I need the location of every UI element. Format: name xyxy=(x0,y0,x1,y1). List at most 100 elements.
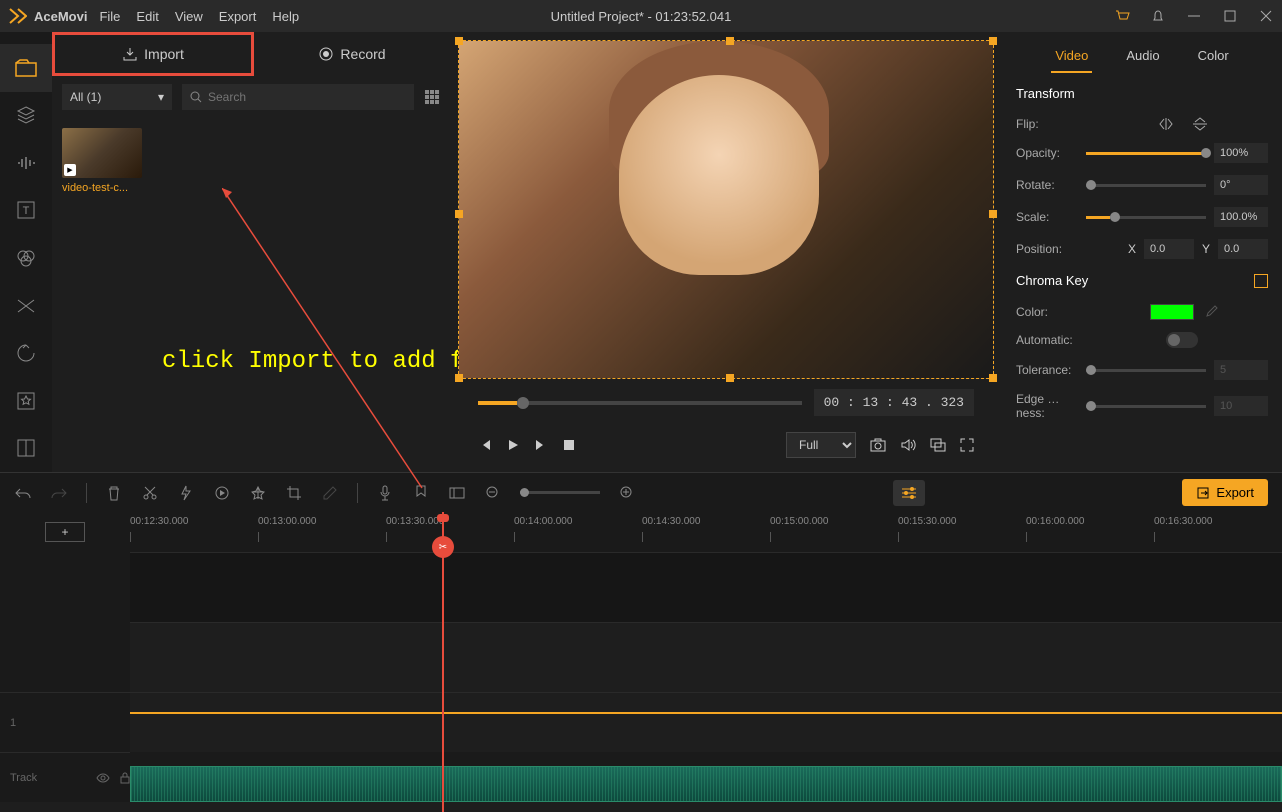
resize-handle[interactable] xyxy=(989,374,997,382)
sidebar-elements-icon[interactable] xyxy=(0,377,52,425)
chroma-key-checkbox[interactable] xyxy=(1254,274,1268,288)
record-icon xyxy=(318,46,334,62)
tick: 00:12:30.000 xyxy=(130,516,188,527)
grid-view-icon[interactable] xyxy=(424,89,440,105)
redo-icon[interactable] xyxy=(50,484,68,502)
media-thumbnail[interactable]: video-test-c... xyxy=(62,128,142,194)
fullscreen-icon[interactable] xyxy=(960,438,974,452)
tolerance-value[interactable]: 5 xyxy=(1214,360,1268,380)
rotate-value[interactable]: 0° xyxy=(1214,175,1268,195)
sidebar-media-icon[interactable] xyxy=(0,44,52,92)
stop-icon[interactable] xyxy=(562,438,576,452)
resize-handle[interactable] xyxy=(989,210,997,218)
tab-audio[interactable]: Audio xyxy=(1122,40,1163,73)
rotate-label: Rotate: xyxy=(1016,178,1078,192)
sidebar-transitions-icon[interactable] xyxy=(0,282,52,330)
window-controls xyxy=(1114,8,1274,24)
scale-value[interactable]: 100.0% xyxy=(1214,207,1268,227)
automatic-toggle[interactable] xyxy=(1166,332,1198,348)
tick: 00:15:30.000 xyxy=(898,516,956,527)
tick: 00:15:00.000 xyxy=(770,516,828,527)
eye-icon[interactable] xyxy=(96,773,110,783)
play-icon[interactable] xyxy=(506,438,520,452)
record-button[interactable]: Record xyxy=(254,32,450,76)
zoom-out-icon[interactable] xyxy=(484,484,502,502)
snapshot-icon[interactable] xyxy=(870,438,886,452)
next-frame-icon[interactable] xyxy=(534,438,548,452)
ruler-ticks[interactable]: 00:12:30.000 00:13:00.000 00:13:30.000 0… xyxy=(130,512,1282,552)
chroma-color-swatch[interactable] xyxy=(1150,304,1194,320)
tolerance-slider[interactable] xyxy=(1086,369,1206,372)
search-box[interactable] xyxy=(182,84,414,110)
flip-horizontal-icon[interactable] xyxy=(1158,117,1174,131)
zoom-in-icon[interactable] xyxy=(618,484,636,502)
scale-slider[interactable] xyxy=(1086,216,1206,219)
search-input[interactable] xyxy=(208,90,406,104)
close-icon[interactable] xyxy=(1258,8,1274,24)
zoom-select[interactable]: Full xyxy=(786,432,856,458)
lock-icon[interactable] xyxy=(120,772,130,784)
menu-view[interactable]: View xyxy=(175,9,203,24)
tick: 00:16:30.000 xyxy=(1154,516,1212,527)
track-number: 1 xyxy=(10,717,16,729)
preview-canvas[interactable] xyxy=(458,40,994,379)
cut-icon[interactable] xyxy=(141,484,159,502)
playhead[interactable]: ✂ xyxy=(442,512,444,812)
timeline-settings-icon[interactable] xyxy=(893,480,925,506)
properties-panel: Video Audio Color Transform Flip: Opacit… xyxy=(1002,32,1282,472)
flip-vertical-icon[interactable] xyxy=(1192,117,1208,131)
edge-slider[interactable] xyxy=(1086,405,1206,408)
track-content[interactable] xyxy=(130,552,1282,802)
resize-handle[interactable] xyxy=(989,37,997,45)
bell-icon[interactable] xyxy=(1150,8,1166,24)
sidebar-text-icon[interactable]: T xyxy=(0,187,52,235)
opacity-slider[interactable] xyxy=(1086,152,1206,155)
rotate-slider[interactable] xyxy=(1086,184,1206,187)
sidebar-split-icon[interactable] xyxy=(0,425,52,473)
add-track-button[interactable]: + xyxy=(45,522,85,542)
resize-handle[interactable] xyxy=(455,37,463,45)
track-header: 1 xyxy=(0,692,130,752)
playhead-cut-icon[interactable]: ✂ xyxy=(432,536,454,558)
menu-file[interactable]: File xyxy=(99,9,120,24)
resize-handle[interactable] xyxy=(726,374,734,382)
tab-color[interactable]: Color xyxy=(1194,40,1233,73)
eyedropper-icon[interactable] xyxy=(1204,305,1218,319)
menu-help[interactable]: Help xyxy=(272,9,299,24)
tick: 00:14:00.000 xyxy=(514,516,572,527)
edge-value[interactable]: 10 xyxy=(1214,396,1268,416)
media-filter-select[interactable]: All (1) ▾ xyxy=(62,84,172,110)
opacity-value[interactable]: 100% xyxy=(1214,143,1268,163)
resize-handle[interactable] xyxy=(726,37,734,45)
audio-clip[interactable] xyxy=(130,766,1282,802)
menu-edit[interactable]: Edit xyxy=(136,9,158,24)
tick: 00:14:30.000 xyxy=(642,516,700,527)
detach-icon[interactable] xyxy=(930,438,946,452)
transform-header: Transform xyxy=(1016,86,1268,107)
pos-x-input[interactable] xyxy=(1144,239,1194,259)
cart-icon[interactable] xyxy=(1114,8,1130,24)
pos-y-input[interactable] xyxy=(1218,239,1268,259)
import-button[interactable]: Import xyxy=(52,32,254,76)
edit-icon[interactable] xyxy=(321,484,339,502)
sidebar-animations-icon[interactable] xyxy=(0,329,52,377)
sidebar-audio-icon[interactable] xyxy=(0,139,52,187)
export-button[interactable]: Export xyxy=(1182,479,1268,506)
undo-icon[interactable] xyxy=(14,484,32,502)
sidebar-layers-icon[interactable] xyxy=(0,92,52,140)
record-label: Record xyxy=(340,46,385,62)
volume-icon[interactable] xyxy=(900,438,916,452)
timeline-zoom-slider[interactable] xyxy=(520,491,600,494)
tab-video[interactable]: Video xyxy=(1051,40,1092,73)
speed-icon[interactable] xyxy=(177,484,195,502)
resize-handle[interactable] xyxy=(455,374,463,382)
maximize-icon[interactable] xyxy=(1222,8,1238,24)
delete-icon[interactable] xyxy=(105,484,123,502)
resize-handle[interactable] xyxy=(455,210,463,218)
scrub-track[interactable] xyxy=(478,401,802,405)
opacity-label: Opacity: xyxy=(1016,146,1078,160)
menu-export[interactable]: Export xyxy=(219,9,257,24)
scrub-thumb[interactable] xyxy=(517,397,529,409)
minimize-icon[interactable] xyxy=(1186,8,1202,24)
sidebar-filters-icon[interactable] xyxy=(0,234,52,282)
